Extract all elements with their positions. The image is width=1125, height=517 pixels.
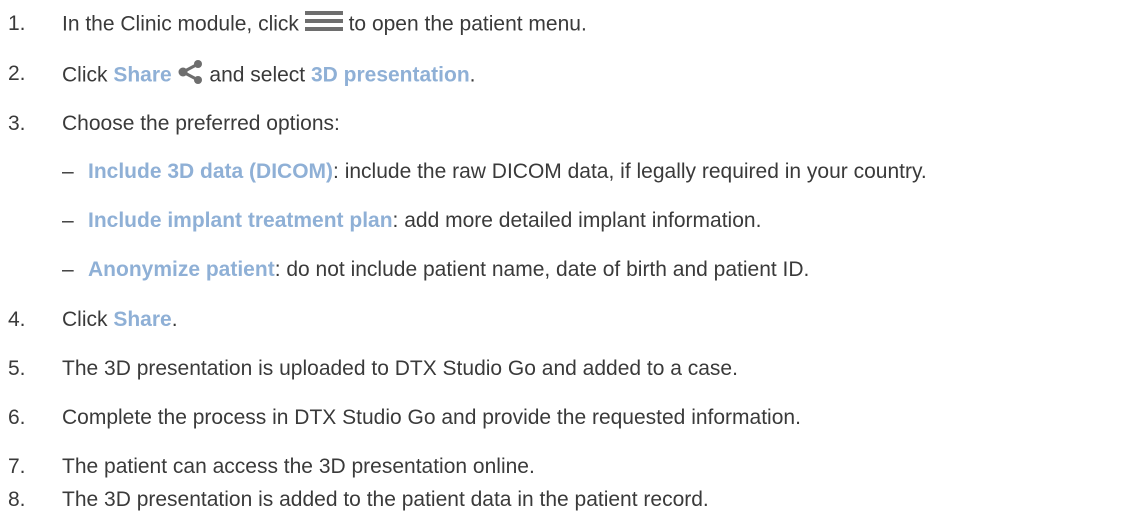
step-text-part: and select [203, 63, 311, 87]
instruction-document: 1. In the Clinic module, click to open t… [0, 0, 1125, 517]
3d-presentation-ui-label: 3D presentation [310, 63, 470, 87]
step-number: 7. [8, 455, 26, 478]
share-ui-label: Share [113, 63, 172, 87]
step-text-part: Click [62, 63, 114, 87]
step-number: 3. [8, 112, 26, 135]
option-desc: : do not include patient name, date of b… [274, 258, 810, 281]
step-text: In the Clinic module, click to open the … [62, 10, 587, 40]
step-text-before: In the Clinic module, click [62, 12, 305, 36]
step-text: The 3D presentation is added to the pati… [62, 488, 709, 511]
option-label: Anonymize patient [88, 258, 275, 281]
step-text-part: Click [62, 308, 114, 331]
option-text: – Include implant treatment plan: add mor… [62, 207, 761, 235]
option-desc: : add more detailed implant information. [392, 209, 762, 232]
step-text: Click Share and select 3D presentation. [62, 60, 476, 92]
step-text: Choose the preferred options: [62, 112, 340, 135]
option-text: – Anonymize patient: do not include patie… [62, 256, 809, 284]
step-text: The 3D presentation is uploaded to DTX S… [62, 357, 738, 380]
option-label: Include 3D data (DICOM) [88, 160, 334, 183]
step-number: 5. [8, 357, 26, 380]
step-text-part: . [171, 308, 178, 331]
option-desc: : include the raw DICOM data, if legally… [333, 160, 927, 183]
step-text-after: to open the patient menu. [342, 12, 587, 36]
option-dash: – [62, 209, 74, 232]
option-dash: – [62, 258, 74, 281]
hamburger-menu-icon [304, 10, 343, 40]
step-number: 1. [8, 12, 26, 35]
share-icon [178, 60, 204, 92]
step-text: The patient can access the 3D presentati… [62, 455, 535, 478]
option-text: – Include 3D data (DICOM): include the ra… [62, 158, 927, 186]
step-number: 8. [8, 488, 26, 511]
step-number: 4. [8, 308, 26, 331]
option-label: Include implant treatment plan [88, 209, 393, 232]
step-text: Click Share. [62, 306, 178, 334]
step-number: 2. [8, 62, 26, 85]
step-text-part: . [469, 63, 476, 87]
option-dash: – [62, 160, 74, 183]
share-ui-label: Share [113, 308, 172, 331]
step-number: 6. [8, 406, 26, 429]
step-text: Complete the process in DTX Studio Go an… [62, 406, 801, 429]
